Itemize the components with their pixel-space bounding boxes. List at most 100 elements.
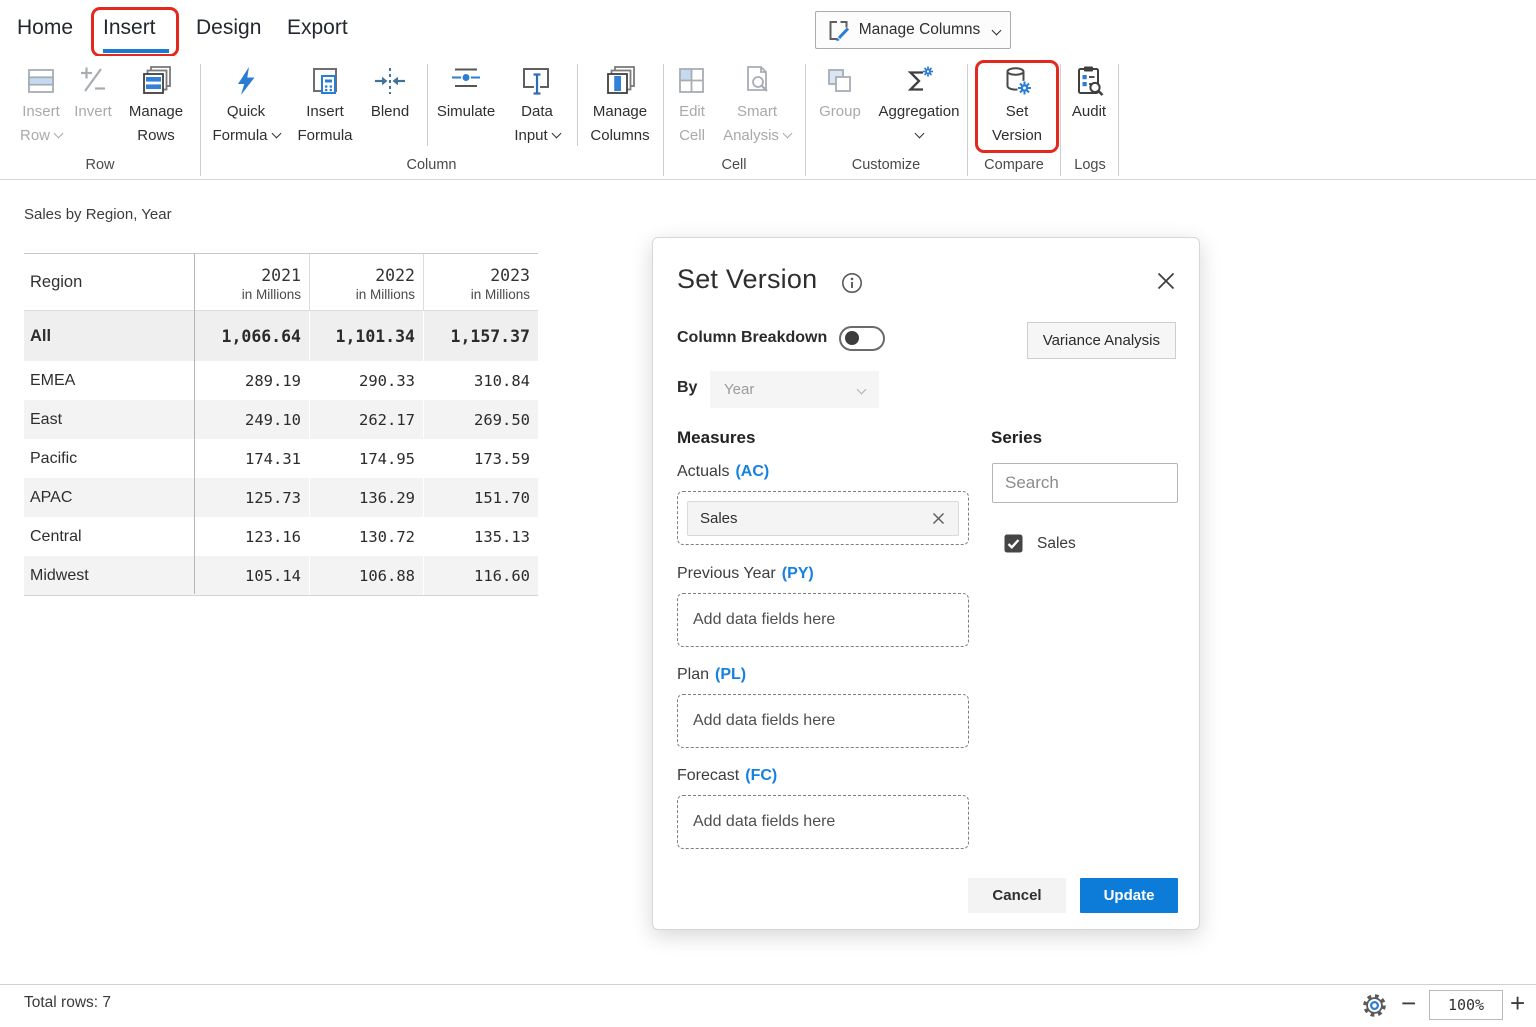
ribbon-toolbar: Insert Row Invert [0, 56, 1536, 180]
plan-dropzone[interactable]: Add data fields here [677, 694, 969, 748]
sales-field-chip[interactable]: Sales [687, 501, 959, 536]
variance-analysis-button[interactable]: Variance Analysis [1027, 322, 1176, 359]
invert-button[interactable]: Invert [70, 62, 116, 124]
simulate-button[interactable]: Simulate [431, 62, 501, 124]
smart-analysis-icon [739, 62, 775, 100]
smart-analysis-button[interactable]: Smart Analysis [717, 62, 797, 148]
table-row-emea: EMEA 289.19 290.33 310.84 [24, 361, 538, 400]
manage-rows-button[interactable]: Manage Rows [116, 62, 196, 148]
zoom-level-input[interactable] [1429, 990, 1503, 1020]
cancel-button[interactable]: Cancel [968, 878, 1066, 913]
close-icon[interactable] [1155, 270, 1179, 294]
section-divider [427, 64, 428, 146]
value-cell[interactable]: 1,157.37 [423, 311, 538, 361]
simulate-icon [448, 62, 484, 100]
manage-columns-edit-icon [826, 18, 851, 43]
group-button[interactable]: Group [816, 62, 864, 124]
quick-formula-button[interactable]: Quick Formula [203, 62, 289, 148]
zoom-in-button[interactable]: + [1510, 988, 1525, 1019]
tab-design[interactable]: Design [196, 16, 261, 40]
actuals-dropzone[interactable]: Sales [677, 491, 969, 545]
settings-gear-icon[interactable] [1361, 992, 1388, 1024]
chevron-down-icon [551, 129, 561, 139]
value-cell[interactable]: 116.60 [423, 556, 538, 595]
by-dropdown[interactable]: Year [710, 371, 879, 408]
table-row-all: All 1,066.64 1,101.34 1,157.37 [24, 311, 538, 361]
aggregation-button[interactable]: Aggregation [871, 62, 967, 148]
invert-icon [75, 62, 111, 100]
tab-home[interactable]: Home [17, 16, 73, 40]
value-cell[interactable]: 105.14 [194, 556, 309, 595]
value-cell[interactable]: 1,101.34 [309, 311, 423, 361]
column-header-2021[interactable]: 2021 in Millions [194, 254, 309, 310]
group-icon [822, 62, 858, 100]
previous-year-dropzone[interactable]: Add data fields here [677, 593, 969, 647]
series-item-sales[interactable]: Sales [1004, 534, 1076, 553]
ribbon-group-label-logs: Logs [1061, 155, 1119, 175]
row-label[interactable]: Pacific [24, 439, 194, 478]
value-cell[interactable]: 106.88 [309, 556, 423, 595]
table-row-central: Central 123.16 130.72 135.13 [24, 517, 538, 556]
value-cell[interactable]: 269.50 [423, 400, 538, 439]
value-cell[interactable]: 173.59 [423, 439, 538, 478]
by-label: By [677, 379, 697, 397]
set-version-button[interactable]: Set Version [984, 62, 1050, 148]
remove-field-icon[interactable] [931, 511, 946, 526]
row-label[interactable]: All [24, 311, 194, 361]
value-cell[interactable]: 174.31 [194, 439, 309, 478]
forecast-dropzone[interactable]: Add data fields here [677, 795, 969, 849]
row-label[interactable]: East [24, 400, 194, 439]
column-header-2022[interactable]: 2022 in Millions [309, 254, 423, 310]
chevron-down-icon [914, 129, 924, 139]
data-input-button[interactable]: Data Input [504, 62, 570, 148]
audit-icon [1071, 62, 1107, 100]
update-button[interactable]: Update [1080, 878, 1178, 913]
value-cell[interactable]: 135.13 [423, 517, 538, 556]
app-window: Home Insert Design Export Manage Columns… [0, 0, 1536, 1027]
value-cell[interactable]: 262.17 [309, 400, 423, 439]
manage-columns-dropdown-button[interactable]: Manage Columns [815, 11, 1011, 49]
forecast-label: Forecast(FC) [677, 767, 777, 785]
value-cell[interactable]: 310.84 [423, 361, 538, 400]
set-version-icon [999, 62, 1035, 100]
actuals-label: Actuals(AC) [677, 463, 769, 481]
row-label[interactable]: Midwest [24, 556, 194, 595]
ribbon-group-label-cell: Cell [663, 155, 805, 175]
column-header-region[interactable]: Region [24, 254, 194, 310]
value-cell[interactable]: 249.10 [194, 400, 309, 439]
checkbox-checked-icon[interactable] [1004, 534, 1023, 553]
tab-insert[interactable]: Insert [103, 16, 156, 40]
measures-heading: Measures [677, 428, 755, 448]
manage-columns-button[interactable]: Manage Columns [584, 62, 656, 148]
blend-button[interactable]: Blend [362, 62, 418, 124]
column-header-2023[interactable]: 2023 in Millions [423, 254, 538, 310]
section-divider [577, 64, 578, 146]
value-cell[interactable]: 125.73 [194, 478, 309, 517]
table-header-row: Region 2021 in Millions 2022 in Millions… [24, 254, 538, 311]
row-label[interactable]: APAC [24, 478, 194, 517]
value-cell[interactable]: 174.95 [309, 439, 423, 478]
status-bar: Total rows: 7 − + [0, 984, 1536, 1027]
total-rows-label: Total rows: 7 [24, 994, 111, 1012]
info-icon[interactable] [841, 272, 863, 299]
value-cell[interactable]: 123.16 [194, 517, 309, 556]
value-cell[interactable]: 151.70 [423, 478, 538, 517]
insert-formula-button[interactable]: Insert Formula [291, 62, 359, 148]
value-cell[interactable]: 130.72 [309, 517, 423, 556]
value-cell[interactable]: 1,066.64 [194, 311, 309, 361]
column-breakdown-toggle[interactable] [839, 326, 885, 351]
zoom-out-button[interactable]: − [1401, 988, 1416, 1019]
value-cell[interactable]: 290.33 [309, 361, 423, 400]
table-row-midwest: Midwest 105.14 106.88 116.60 [24, 556, 538, 595]
row-label[interactable]: EMEA [24, 361, 194, 400]
series-search-input[interactable] [992, 463, 1178, 503]
insert-row-button[interactable]: Insert Row [12, 62, 70, 148]
row-label[interactable]: Central [24, 517, 194, 556]
tab-export[interactable]: Export [287, 16, 348, 40]
toggle-knob [845, 331, 859, 345]
audit-button[interactable]: Audit [1064, 62, 1114, 124]
value-cell[interactable]: 289.19 [194, 361, 309, 400]
value-cell[interactable]: 136.29 [309, 478, 423, 517]
previous-year-label: Previous Year(PY) [677, 565, 814, 583]
edit-cell-button[interactable]: Edit Cell [669, 62, 715, 148]
